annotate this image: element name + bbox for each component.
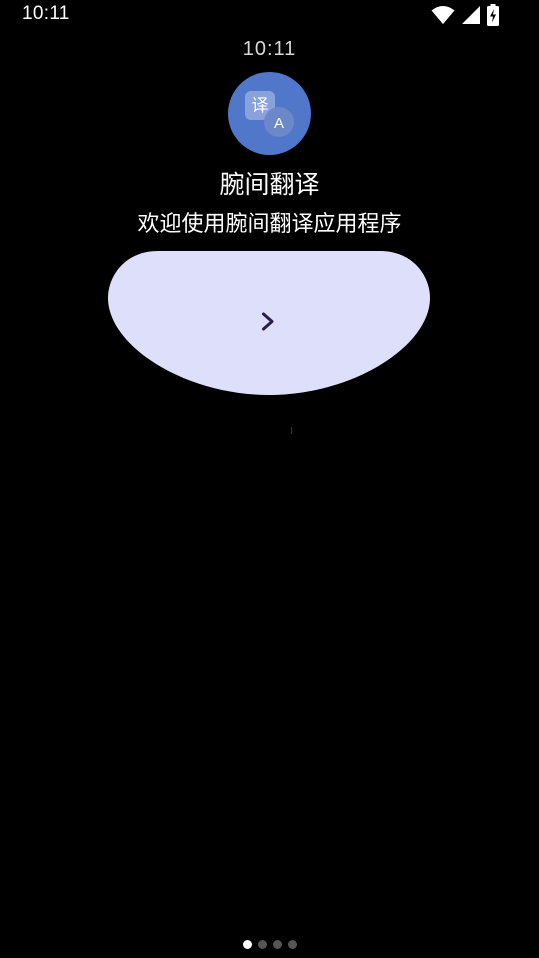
page-dot-active[interactable] [242,940,252,949]
page-indicator [0,940,539,949]
status-bar: 10:11 [0,0,539,30]
next-button[interactable] [108,251,430,395]
cell-signal-icon [461,5,481,25]
status-time: 10:11 [22,3,70,24]
wifi-icon [431,5,455,25]
battery-charging-icon [487,4,499,26]
divider-mark [291,427,292,434]
welcome-message: 欢迎使用腕间翻译应用程序 [137,212,402,237]
status-icons [431,4,499,26]
page-dot[interactable] [272,940,282,949]
app-name: 腕间翻译 [219,170,320,199]
icon-glyph-top: 译 [252,96,269,116]
app-logo: 译 A [228,72,311,155]
translate-icon: 译 A [245,91,294,137]
watch-time: 10:11 [242,38,297,60]
page-dot[interactable] [257,940,267,949]
page-dot[interactable] [287,940,297,949]
icon-glyph-bottom: A [274,115,284,132]
